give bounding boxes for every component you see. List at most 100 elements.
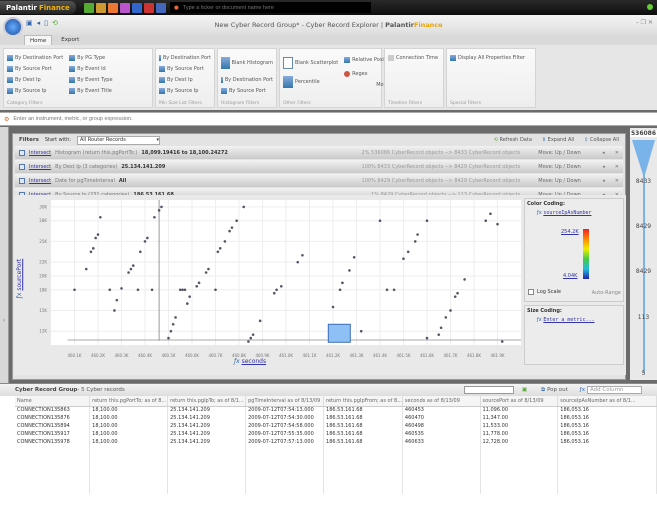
filter-enabled-checkbox[interactable]: [19, 177, 25, 184]
minimize-icon[interactable]: –: [636, 19, 639, 26]
remove-filter-icon[interactable]: ✕: [615, 178, 619, 184]
chart-app-icon[interactable]: [83, 2, 94, 13]
expand-all-button[interactable]: ⇕ Expand All: [542, 137, 574, 143]
selected-region[interactable]: [327, 323, 351, 343]
filter-enabled-checkbox[interactable]: [19, 163, 25, 170]
y-axis-metric[interactable]: sourcePort: [16, 259, 23, 291]
log-scale-checkbox[interactable]: Log Scale: [528, 289, 561, 295]
record-count-slider[interactable]: 536086 8433 8429 8429 113 5: [630, 128, 657, 380]
scatterplot[interactable]: 460.1K 460.2K 460.3K 460.4K 460.5K 460.6K 460.…: [14, 195, 524, 375]
add-column-input[interactable]: Add Column: [587, 386, 642, 394]
by-destination-port-button[interactable]: By Destination Port: [7, 52, 63, 63]
empty-cell: [15, 446, 91, 454]
scatter-point: [496, 222, 499, 226]
filter-operation-link[interactable]: Intersect: [29, 150, 51, 156]
size-metric-link[interactable]: Enter a metric...: [543, 317, 594, 323]
column-header[interactable]: return this.pgIpFrom; as of 8...: [323, 396, 403, 407]
refresh-icon[interactable]: ⟲: [52, 19, 58, 27]
scatter-point: [484, 219, 488, 223]
table-row[interactable]: CONNECTION135894 18,100.00 25.134.141.209 2…: [15, 422, 657, 430]
app-menu-orb[interactable]: [3, 17, 23, 37]
pop-out-icon[interactable]: ⧉: [541, 387, 545, 394]
filter-enabled-checkbox[interactable]: [19, 149, 25, 156]
by-pg-type-button[interactable]: By PG Type: [69, 52, 112, 63]
grid-search-input[interactable]: [463, 386, 514, 394]
filter-operation-link[interactable]: Intersect: [29, 178, 51, 184]
by-source-ip-button[interactable]: By Source Ip: [7, 85, 63, 96]
notes-app-icon[interactable]: [95, 2, 106, 13]
export-excel-icon[interactable]: ▣: [522, 387, 527, 393]
remove-filter-icon[interactable]: ✕: [615, 150, 619, 156]
filter-operation-link[interactable]: Intersect: [29, 164, 51, 170]
column-header[interactable]: sourceIpAsNumber as of 8/1...: [557, 396, 657, 407]
column-header[interactable]: sourcePort as of 8/13/09: [480, 396, 559, 407]
tab-home[interactable]: Home: [24, 35, 53, 45]
scatter-point: [402, 257, 405, 260]
table-row[interactable]: CONNECTION135876 18,100.00 25.134.141.209 2…: [15, 414, 657, 422]
column-header[interactable]: pgTimeInterval as of 8/13/09: [245, 396, 325, 407]
ticker-search[interactable]: ●: [170, 2, 371, 13]
filter-move-controls[interactable]: Move: Up / Down: [538, 164, 598, 170]
by-event-id-button[interactable]: By Event Id: [69, 63, 112, 74]
table-row[interactable]: CONNECTION135978 18,100.00 25.134.141.209 2…: [15, 438, 657, 446]
column-header[interactable]: seconds as of 8/13/09: [402, 396, 481, 407]
by-dest-ip-button[interactable]: By Dest Ip: [7, 74, 63, 85]
calendar-app-icon[interactable]: [107, 2, 118, 13]
group-label: Special Filters: [450, 101, 482, 106]
blank-scatterplot-button[interactable]: Blank Scatterplot: [283, 52, 338, 74]
x-tick-label: 461.1K: [302, 353, 316, 358]
collapse-all-button[interactable]: ⇳ Collapse All: [584, 137, 619, 143]
cyber-app-icon[interactable]: [155, 2, 166, 13]
empty-cell: [89, 454, 169, 462]
pencil-app-icon[interactable]: [143, 2, 154, 13]
expand-arrow-icon[interactable]: ›: [3, 317, 5, 324]
column-header[interactable]: Name: [15, 396, 91, 407]
by-source-port-button[interactable]: By Source Port: [7, 63, 63, 74]
palantir-logo[interactable]: Palantir Finance: [0, 1, 76, 14]
blank-histogram-button[interactable]: Blank Histogram: [221, 52, 273, 74]
table-row[interactable]: CONNECTION135917 18,100.00 25.134.141.209 2…: [15, 430, 657, 438]
tab-export[interactable]: Export: [56, 35, 84, 45]
column-header[interactable]: return this.pgIpTo; as of 8/1...: [167, 396, 247, 407]
collapse-arrow-icon[interactable]: ◂: [602, 164, 605, 170]
expression-input[interactable]: [13, 116, 314, 122]
ribbon: By Destination Port By Source Port By De…: [0, 45, 657, 110]
button-label: By Dest Ip: [167, 76, 193, 83]
refresh-data-button[interactable]: ⟲ Refresh Data: [494, 137, 532, 143]
share-icon[interactable]: ◂: [37, 19, 41, 27]
hist-by-source-port-button[interactable]: By Source Port: [221, 85, 273, 96]
filter-move-controls[interactable]: Move: Up / Down: [538, 178, 598, 184]
collapse-arrow-icon[interactable]: ◂: [602, 178, 605, 184]
folder-app-icon[interactable]: [119, 2, 130, 13]
close-icon[interactable]: ✕: [648, 19, 653, 26]
start-with-select[interactable]: All Router Records ▾: [76, 135, 160, 145]
by-event-title-button[interactable]: By Event Title: [69, 85, 112, 96]
min-by-destination-port-button[interactable]: By Destination Port: [159, 52, 211, 63]
display-all-properties-filter-button[interactable]: Display All Properties Filter: [450, 52, 532, 63]
min-by-source-ip-button[interactable]: By Source Ip: [159, 85, 211, 96]
percentile-button[interactable]: Percentile: [283, 74, 338, 90]
save-icon[interactable]: ▣: [26, 19, 33, 27]
ticker-input[interactable]: [182, 4, 363, 11]
table-row[interactable]: CONNECTION135863 18,100.00 25.134.141.209 2…: [15, 406, 657, 414]
pop-out-button[interactable]: Pop out: [547, 387, 568, 393]
filter-move-controls[interactable]: Move: Up / Down: [538, 150, 598, 156]
document-icon[interactable]: ▯: [44, 19, 48, 27]
remove-filter-icon[interactable]: ✕: [615, 164, 619, 170]
column-header[interactable]: return this.pgPortTo; as of 8...: [89, 396, 169, 407]
collapse-arrow-icon[interactable]: ◂: [602, 150, 605, 156]
color-metric-link[interactable]: sourceIpAsNumber: [543, 210, 591, 216]
x-axis-metric[interactable]: seconds: [242, 358, 267, 365]
y-axis-label[interactable]: ƒx sourcePort: [16, 259, 23, 298]
restore-icon[interactable]: ❐: [641, 19, 646, 26]
search-app-icon[interactable]: [131, 2, 142, 13]
x-axis-label[interactable]: ƒx seconds: [234, 358, 266, 365]
auto-range-label[interactable]: Auto-Range: [592, 290, 621, 296]
connection-time-button[interactable]: Connection Time: [388, 52, 440, 63]
min-by-dest-ip-button[interactable]: By Dest Ip: [159, 74, 211, 85]
by-event-type-button[interactable]: By Event Type: [69, 74, 113, 85]
hist-by-destination-port-button[interactable]: By Destination Port: [221, 74, 273, 85]
scatter-point: [230, 226, 234, 229]
timeline-icon: [388, 54, 394, 61]
min-by-source-port-button[interactable]: By Source Port: [159, 63, 211, 74]
